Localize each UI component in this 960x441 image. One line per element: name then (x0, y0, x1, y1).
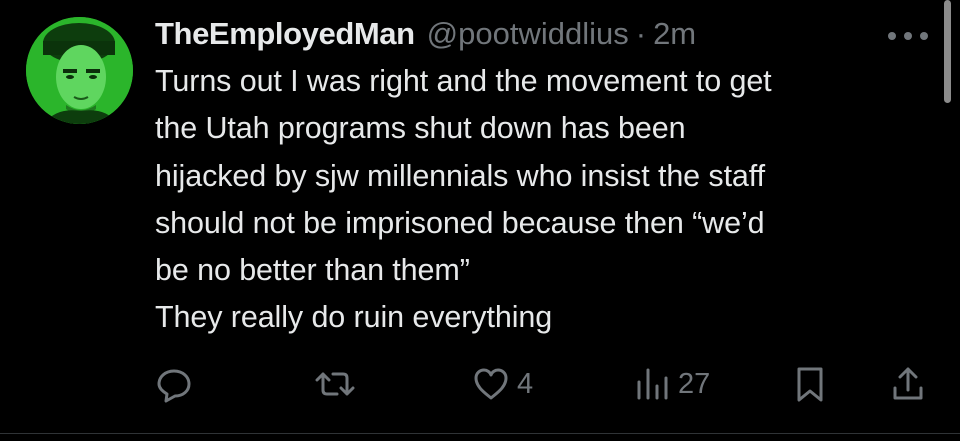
tweet-text-line: Turns out I was right and the movement t… (155, 64, 772, 98)
share-button[interactable] (888, 360, 928, 408)
avatar-image (26, 17, 133, 124)
retweet-button[interactable] (313, 360, 357, 408)
views-count: 27 (678, 367, 711, 400)
divider (0, 433, 960, 434)
tweet-text-line: hijacked by sjw millennials who insist t… (155, 158, 765, 193)
more-horizontal-icon (888, 32, 928, 40)
tweet[interactable]: TheEmployedMan @pootwiddlius · 2m Turns … (0, 0, 960, 441)
tweet-text-line: the Utah programs shut down has been (155, 111, 686, 146)
timestamp[interactable]: 2m (653, 16, 696, 52)
user-handle[interactable]: @pootwiddlius (427, 16, 629, 52)
display-name[interactable]: TheEmployedMan (155, 16, 415, 52)
tweet-text-line: should not be imprisoned because then “w… (155, 205, 765, 240)
separator-dot: · (635, 16, 647, 51)
views-chart-icon (637, 368, 668, 400)
heart-icon (474, 368, 508, 400)
share-icon (893, 367, 923, 400)
action-bar: 4 27 (0, 360, 960, 408)
more-options-button[interactable] (884, 26, 932, 46)
like-count: 4 (517, 367, 534, 400)
tweet-text-line: be no better than them” (155, 253, 470, 288)
tweet-header: TheEmployedMan @pootwiddlius · 2m (155, 12, 696, 56)
bookmark-button[interactable] (794, 360, 826, 408)
bookmark-icon (797, 367, 823, 402)
reply-icon (157, 369, 191, 403)
reply-button[interactable] (154, 360, 194, 408)
tweet-text-line: They really do ruin everything (155, 300, 553, 335)
retweet-icon (315, 372, 355, 396)
views-button[interactable]: 27 (632, 360, 710, 408)
avatar[interactable] (26, 17, 133, 124)
like-button[interactable]: 4 (471, 360, 533, 408)
scrollbar[interactable] (944, 0, 951, 103)
tweet-text: Turns out I was right and the movement t… (155, 58, 940, 342)
